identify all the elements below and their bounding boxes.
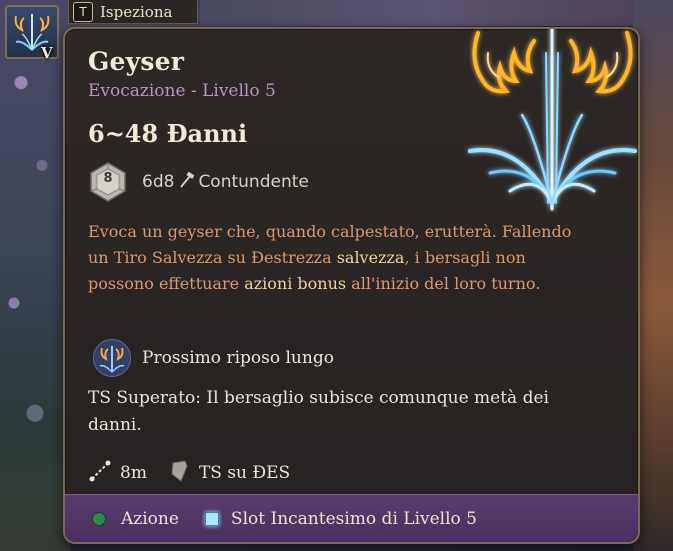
- game-background-left: [0, 0, 70, 551]
- save-success-note: TS Superato: Il bersaglio subisce comunq…: [88, 388, 549, 435]
- spell-school-level: Evocazione - Livello 5: [88, 81, 276, 101]
- spell-tooltip: Geyser Evocazione - Livello 5 6~48 Đanni…: [63, 27, 640, 544]
- dice-formula: 6d8: [142, 172, 175, 192]
- shield-icon: [169, 460, 189, 486]
- damage-summary: 6~48 Đanni: [88, 119, 248, 148]
- hotbar-spell-slot[interactable]: V: [5, 5, 59, 62]
- recharge-label: Prossimo riposo lungo: [142, 348, 334, 368]
- keyword-saving-throw[interactable]: salvezza: [337, 248, 405, 267]
- geyser-spell-art: [468, 29, 637, 211]
- spell-name: Geyser: [88, 47, 185, 76]
- inspect-label: Ispeziona: [100, 2, 173, 21]
- damage-type: Contundente: [198, 172, 309, 192]
- saving-throw-type: TS su ĐES: [198, 463, 291, 483]
- game-background-top: [200, 0, 673, 26]
- inspect-key: T: [73, 1, 93, 22]
- d8-die-icon: 8: [88, 161, 128, 203]
- range-value: 8m: [120, 463, 147, 483]
- spell-slot-cost-label: Slot Incantesimo di Livello 5: [230, 508, 477, 529]
- spell-slot-resource-icon: [204, 511, 219, 526]
- description-text-3: all'inizio del loro turno.: [346, 274, 541, 293]
- action-resource-icon: [93, 512, 105, 525]
- hammer-icon: [178, 171, 196, 193]
- long-rest-icon: [93, 339, 131, 377]
- die-face-number: 8: [103, 171, 113, 186]
- keyword-bonus-actions[interactable]: azioni bonus: [244, 274, 346, 293]
- recharge-row: Prossimo riposo lungo: [93, 339, 334, 377]
- range-icon: [88, 459, 112, 487]
- dice-row: 8 6d8 Contundente: [88, 161, 309, 203]
- spell-description: Evoca un geyser che, quando calpestato, …: [88, 219, 578, 297]
- inspect-tab[interactable]: T Ispeziona: [68, 0, 198, 24]
- action-cost-label: Azione: [121, 508, 179, 529]
- hotbar-hotkey: V: [41, 44, 53, 62]
- meta-row: 8m TS su ĐES: [88, 459, 290, 487]
- cost-footer: Azione Slot Incantesimo di Livello 5: [65, 494, 638, 542]
